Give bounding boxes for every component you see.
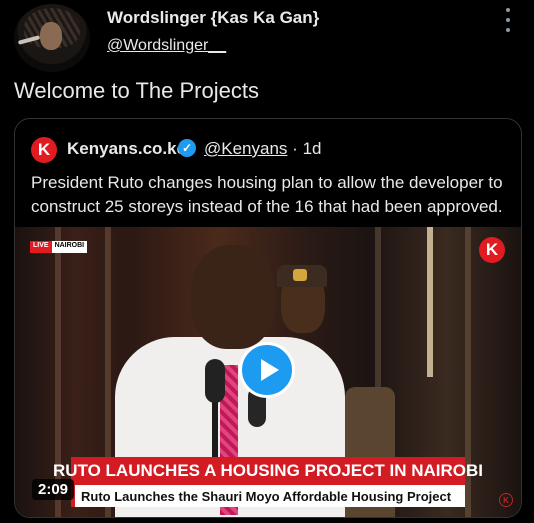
quoted-author-handle-line: @Kenyans · 1d <box>204 139 321 159</box>
video-player[interactable]: LIVE NAIROBI K RUTO LAUNCHES A HOUSING P… <box>15 227 521 517</box>
quoted-tweet-text: President Ruto changes housing plan to a… <box>31 173 503 216</box>
location-label: NAIROBI <box>51 241 88 253</box>
live-label: LIVE <box>30 241 52 253</box>
author-handle-text[interactable]: @Wordslinger__ <box>107 37 226 54</box>
quoted-tweet-card[interactable]: K Kenyans.co.ke ✓ @Kenyans · 1d Presiden… <box>14 118 522 518</box>
author-handle[interactable]: @Wordslinger__ <box>107 37 226 55</box>
quoted-timestamp[interactable]: 1d <box>303 139 322 158</box>
microphone <box>205 359 225 403</box>
channel-logo: K <box>479 237 505 263</box>
play-icon <box>260 359 279 381</box>
tweet-text: Welcome to The Projects <box>14 78 259 103</box>
quoted-author-avatar[interactable]: K <box>31 137 57 163</box>
quoted-separator: · <box>292 139 298 158</box>
author-avatar[interactable] <box>14 4 90 72</box>
video-subline-banner: Ruto Launches the Shauri Moyo Affordable… <box>71 485 465 507</box>
speaker-head <box>191 245 275 349</box>
more-options-icon[interactable] <box>503 8 513 32</box>
backdrop-light <box>427 227 433 377</box>
video-duration: 2:09 <box>32 479 75 500</box>
author-display-name[interactable]: Wordslinger {Kas Ka Gan} <box>107 8 319 28</box>
avatar-face <box>40 22 62 50</box>
guard-cap-badge <box>293 269 307 281</box>
channel-watermark: K <box>499 493 513 507</box>
quoted-author-handle[interactable]: @Kenyans <box>204 139 287 158</box>
quoted-author-name[interactable]: Kenyans.co.ke <box>67 139 186 159</box>
live-badge: LIVE NAIROBI <box>30 241 88 253</box>
video-headline-banner: RUTO LAUNCHES A HOUSING PROJECT IN NAIRO… <box>53 457 483 485</box>
verified-check-icon: ✓ <box>178 139 196 157</box>
play-button[interactable] <box>239 342 295 398</box>
